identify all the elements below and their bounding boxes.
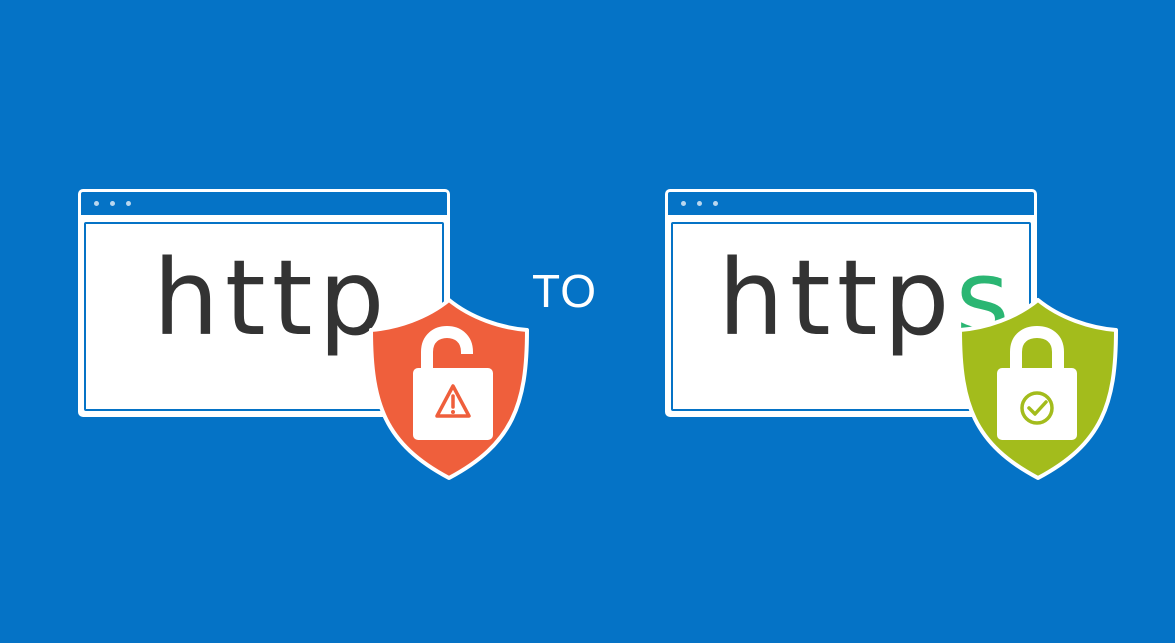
window-dot-icon — [94, 201, 99, 206]
protocol-label: http — [718, 237, 956, 359]
window-dot-icon — [110, 201, 115, 206]
to-label: TO — [532, 265, 598, 317]
browser-titlebar — [81, 192, 447, 215]
window-dot-icon — [126, 201, 131, 206]
window-dot-icon — [681, 201, 686, 206]
page: { "left_panel": { "protocol_text": "http… — [0, 0, 1175, 643]
protocol-label: http — [153, 237, 391, 359]
shield-warning-lock-icon — [367, 294, 531, 484]
shield-check-lock-icon — [956, 294, 1120, 484]
http-text: http — [153, 246, 390, 350]
window-dot-icon — [697, 201, 702, 206]
window-dot-icon — [713, 201, 718, 206]
browser-titlebar — [668, 192, 1034, 215]
